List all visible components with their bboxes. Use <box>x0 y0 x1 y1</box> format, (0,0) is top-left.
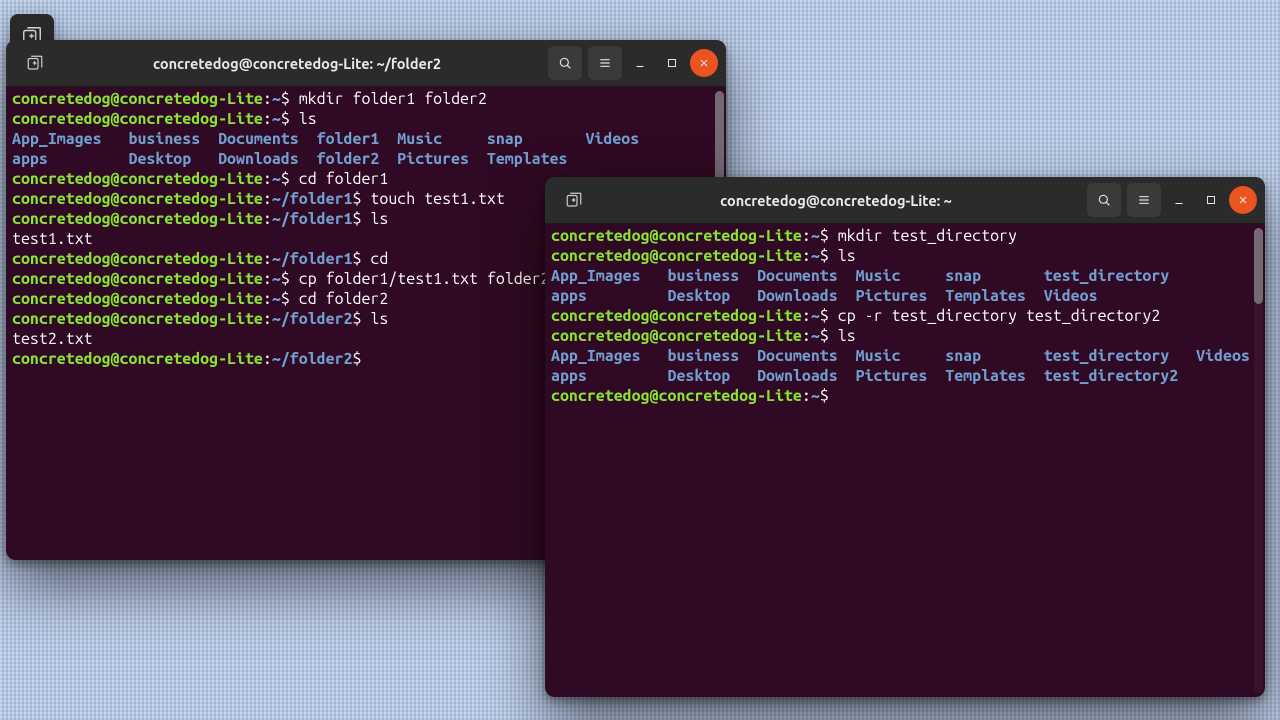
new-tab-button[interactable] <box>557 183 591 217</box>
terminal-line: App_Images business Documents folder1 Mu… <box>12 129 712 149</box>
terminal-line: concretedog@concretedog-Lite:~$ mkdir fo… <box>12 89 712 109</box>
scrollbar[interactable] <box>1254 228 1263 693</box>
terminal-window-2[interactable]: concretedog@concretedog-Lite: ~ concrete… <box>545 177 1265 697</box>
hamburger-icon <box>1136 192 1152 208</box>
window-title: concretedog@concretedog-Lite: ~/folder2 <box>52 55 542 72</box>
terminal-line: App_Images business Documents Music snap… <box>551 266 1251 286</box>
minimize-button[interactable] <box>626 49 654 77</box>
close-button[interactable] <box>1229 186 1257 214</box>
close-icon <box>1236 193 1250 207</box>
terminal-body[interactable]: concretedog@concretedog-Lite:~$ mkdir te… <box>545 224 1265 697</box>
maximize-icon <box>665 56 679 70</box>
hamburger-menu-button[interactable] <box>1127 183 1161 217</box>
terminal-line: concretedog@concretedog-Lite:~$ ls <box>551 246 1251 266</box>
terminal-line: apps Desktop Downloads Pictures Template… <box>551 286 1251 306</box>
terminal-line: apps Desktop Downloads Pictures Template… <box>551 366 1251 386</box>
maximize-icon <box>1204 193 1218 207</box>
scrollbar-thumb[interactable] <box>1254 228 1263 304</box>
terminal-line: concretedog@concretedog-Lite:~$ mkdir te… <box>551 226 1251 246</box>
terminal-line: apps Desktop Downloads folder2 Pictures … <box>12 149 712 169</box>
close-button[interactable] <box>690 49 718 77</box>
new-tab-icon <box>26 54 44 72</box>
titlebar[interactable]: concretedog@concretedog-Lite: ~ <box>545 177 1265 224</box>
scrollbar-thumb[interactable] <box>715 91 724 183</box>
search-button[interactable] <box>548 46 582 80</box>
minimize-button[interactable] <box>1165 186 1193 214</box>
terminal-line: App_Images business Documents Music snap… <box>551 346 1251 366</box>
minimize-icon <box>633 56 647 70</box>
new-tab-icon <box>565 191 583 209</box>
search-icon <box>557 55 573 71</box>
maximize-button[interactable] <box>1197 186 1225 214</box>
window-title: concretedog@concretedog-Lite: ~ <box>591 192 1081 209</box>
titlebar[interactable]: concretedog@concretedog-Lite: ~/folder2 <box>6 40 726 87</box>
new-tab-button[interactable] <box>18 46 52 80</box>
maximize-button[interactable] <box>658 49 686 77</box>
terminal-line: concretedog@concretedog-Lite:~$ <box>551 386 1251 406</box>
search-icon <box>1096 192 1112 208</box>
terminal-output: concretedog@concretedog-Lite:~$ mkdir te… <box>551 226 1251 406</box>
terminal-line: concretedog@concretedog-Lite:~$ cp -r te… <box>551 306 1251 326</box>
terminal-line: concretedog@concretedog-Lite:~$ ls <box>12 109 712 129</box>
close-icon <box>697 56 711 70</box>
hamburger-menu-button[interactable] <box>588 46 622 80</box>
hamburger-icon <box>597 55 613 71</box>
terminal-line: concretedog@concretedog-Lite:~$ ls <box>551 326 1251 346</box>
search-button[interactable] <box>1087 183 1121 217</box>
minimize-icon <box>1172 193 1186 207</box>
